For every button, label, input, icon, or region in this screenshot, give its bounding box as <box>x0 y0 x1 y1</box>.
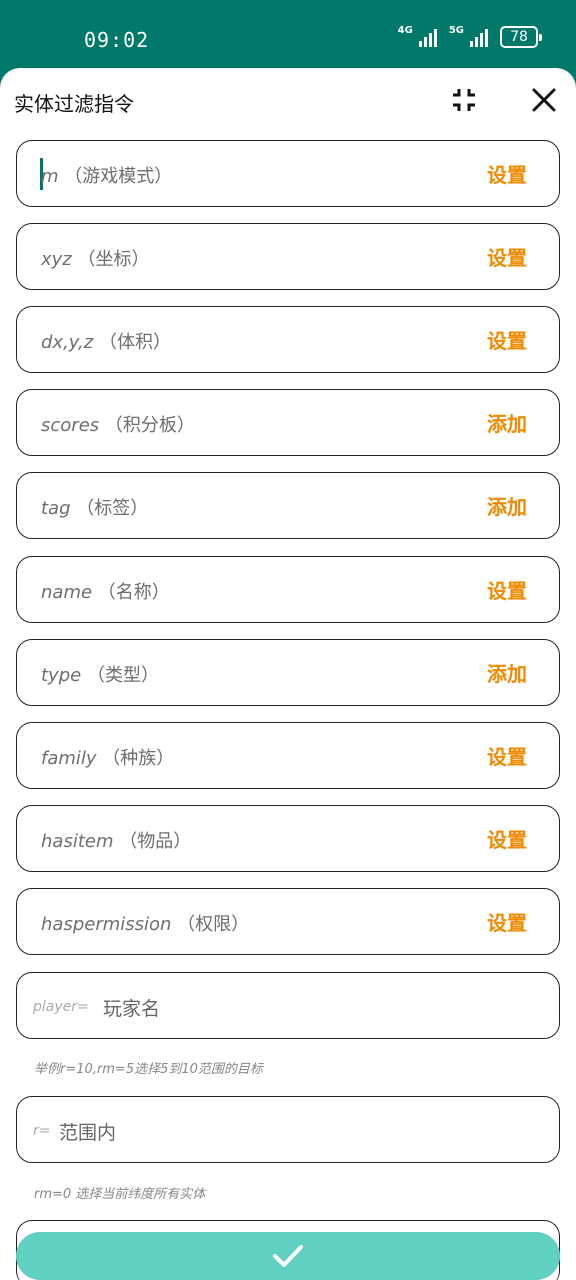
set-button[interactable]: 设置 <box>487 575 527 604</box>
filter-row-scores[interactable]: scores （积分板） 添加 <box>16 389 560 456</box>
radius-prefix: r= <box>33 1123 51 1139</box>
filter-row-label: tag （标签） <box>41 498 149 519</box>
player-prefix: player= <box>33 999 89 1015</box>
filter-row-label: type （类型） <box>41 665 159 686</box>
filter-row-dxyz[interactable]: dx,y,z （体积） 设置 <box>16 306 560 373</box>
filter-row-label: name （名称） <box>41 582 170 603</box>
radius-placeholder: 范围内 <box>59 1122 117 1144</box>
status-time: 09:02 <box>84 28 150 52</box>
status-icons: 4G 5G 78 <box>397 25 542 48</box>
filter-sheet: 实体过滤指令 m （游戏模式） 设置 xyz （坐标） 设置 dx,y,z （体… <box>0 68 576 1280</box>
player-placeholder: 玩家名 <box>103 998 161 1020</box>
filter-row-m[interactable]: m （游戏模式） 设置 <box>16 140 560 207</box>
filter-row-haspermission[interactable]: haspermission （权限） 设置 <box>16 888 560 955</box>
filter-row-hasitem[interactable]: hasitem （物品） 设置 <box>16 805 560 872</box>
status-bar: 09:02 4G 5G 78 <box>0 0 576 68</box>
close-icon[interactable] <box>530 86 558 114</box>
signal-5g-icon <box>470 27 488 47</box>
filter-row-label: xyz （坐标） <box>41 249 150 270</box>
filter-row-label: hasitem （物品） <box>41 831 192 852</box>
filter-row-label: family （种族） <box>41 748 175 769</box>
filter-row-label: m （游戏模式） <box>41 166 173 187</box>
set-button[interactable]: 设置 <box>487 159 527 188</box>
check-icon <box>273 1245 303 1267</box>
signal-4g-icon <box>418 27 437 47</box>
set-button[interactable]: 设置 <box>487 907 527 936</box>
sheet-title: 实体过滤指令 <box>14 92 134 116</box>
radius-field[interactable]: r= 范围内 <box>16 1096 560 1163</box>
set-button[interactable]: 设置 <box>487 741 527 770</box>
battery-icon: 78 <box>500 26 542 48</box>
add-button[interactable]: 添加 <box>487 658 527 687</box>
filter-row-tag[interactable]: tag （标签） 添加 <box>16 472 560 539</box>
set-button[interactable]: 设置 <box>487 325 527 354</box>
network-5g-label: 5G <box>448 25 464 36</box>
filter-row-xyz[interactable]: xyz （坐标） 设置 <box>16 223 560 290</box>
filter-row-label: scores （积分板） <box>41 415 195 436</box>
collapse-icon[interactable] <box>450 86 478 114</box>
add-button[interactable]: 添加 <box>487 491 527 520</box>
add-button[interactable]: 添加 <box>487 408 527 437</box>
set-button[interactable]: 设置 <box>487 824 527 853</box>
range-hint: 举例r=10,rm=5选择5到10范围的目标 <box>34 1062 263 1077</box>
filter-row-type[interactable]: type （类型） 添加 <box>16 639 560 706</box>
filter-row-name[interactable]: name （名称） 设置 <box>16 556 560 623</box>
filter-row-label: dx,y,z （体积） <box>41 332 171 353</box>
player-name-field[interactable]: player= 玩家名 <box>16 972 560 1039</box>
confirm-button[interactable] <box>16 1232 560 1280</box>
rm-hint: rm=0 选择当前纬度所有实体 <box>34 1187 206 1202</box>
set-button[interactable]: 设置 <box>487 242 527 271</box>
network-4g-label: 4G <box>397 25 413 36</box>
filter-row-label: haspermission （权限） <box>41 914 250 935</box>
battery-level: 78 <box>510 29 528 45</box>
filter-row-family[interactable]: family （种族） 设置 <box>16 722 560 789</box>
